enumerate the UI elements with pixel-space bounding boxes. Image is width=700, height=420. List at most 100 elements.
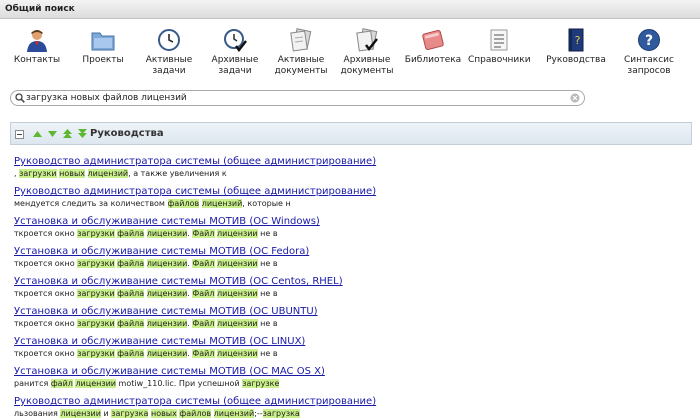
highlighted-term: файл [50,379,73,388]
toolbar-item-label: Архивные документы [340,55,394,76]
list-item: Установка и обслуживание системы МОТИВ (… [14,365,694,395]
clear-search-icon[interactable] [570,93,580,103]
result-title-link[interactable]: Установка и обслуживание системы МОТИВ (… [14,215,694,228]
list-item: Установка и обслуживание системы МОТИВ (… [14,335,694,365]
snippet-text: ткроется окно [14,349,78,358]
highlighted-term: Файл [192,349,215,358]
snippet-text: и [100,409,112,418]
result-title-link[interactable]: Установка и обслуживание системы МОТИВ (… [14,305,694,318]
toolbar-item-contacts[interactable]: Контакты [6,28,68,66]
snippet-text: motiw_110.lic. При успешной [116,379,243,388]
toolbar-item-active-tasks[interactable]: Активные задачи [138,28,200,77]
highlighted-term: лицензии [146,319,188,328]
result-title-link[interactable]: Установка и обслуживание системы МОТИВ (… [14,275,694,288]
search-icon[interactable] [15,93,25,103]
highlighted-term: загрузки [77,319,115,328]
toolbar-item-label: Синтаксис запросов [624,55,674,76]
highlighted-term: Файл [192,289,215,298]
toolbar-item-label: Активные документы [274,55,328,76]
toolbar-item-query-syntax[interactable]: ? Синтаксис запросов [618,28,680,77]
clock-icon [158,29,180,51]
result-snippet: мендуется следить за количеством файлов … [14,198,694,210]
list-item: Руководство администратора системы (обще… [14,395,694,420]
highlighted-term: Файл [192,229,215,238]
result-snippet: ранится файл лицензии motiw_110.lic. При… [14,378,694,390]
result-snippet: ткроется окно загрузки файла лицензии. Ф… [14,228,694,240]
toolbar-item-library[interactable]: Библиотека [402,28,464,66]
highlighted-term: файла [117,259,145,268]
section-header: Руководства [10,122,692,145]
manual-book-icon: ? [568,28,584,52]
list-icon [490,29,508,51]
snippet-text: ;-- [254,409,263,418]
highlighted-term: лицензий [213,409,255,418]
list-item: Установка и обслуживание системы МОТИВ (… [14,215,694,245]
result-title-link[interactable]: Установка и обслуживание системы МОТИВ (… [14,335,694,348]
search-input[interactable] [26,92,566,104]
list-item: Руководство администратора системы (обще… [14,155,694,185]
highlighted-term: загрузка [262,409,300,418]
toolbar-item-label: Архивные задачи [211,55,259,76]
highlighted-term: файлов [179,409,212,418]
toolbar-item-manuals[interactable]: ? Руководства [545,28,607,66]
move-top-icon[interactable] [61,128,74,140]
result-title-link[interactable]: Руководство администратора системы (обще… [14,395,694,408]
highlighted-term: файла [117,229,145,238]
toolbar-item-archive-tasks[interactable]: Архивные задачи [204,28,266,77]
highlighted-term: загрузка [111,409,149,418]
highlighted-term: новых [59,169,85,178]
folder-icon [91,32,115,51]
toolbar-item-archive-documents[interactable]: Архивные документы [336,28,398,77]
list-item: Руководство администратора системы (обще… [14,185,694,215]
highlighted-term: файла [117,289,145,298]
result-title-link[interactable]: Руководство администратора системы (обще… [14,155,694,168]
toolbar-item-projects[interactable]: Проекты [72,28,134,66]
person-icon [27,30,47,52]
list-item: Установка и обслуживание системы МОТИВ (… [14,275,694,305]
result-title-link[interactable]: Установка и обслуживание системы МОТИВ (… [14,365,694,378]
collapse-button[interactable] [15,130,24,139]
snippet-text: не в [257,349,278,358]
toolbar: Контакты Проекты Активные задачи Архивны… [0,28,700,84]
highlighted-term: загрузки [77,259,115,268]
result-snippet: ткроется окно загрузки файла лицензии. Ф… [14,288,694,300]
snippet-text: ранится [14,379,51,388]
books-icon [422,29,444,51]
highlighted-term: загрузке [242,379,280,388]
highlighted-term: лицензии [146,229,188,238]
highlighted-term: новых [150,409,177,418]
highlighted-term: лицензии [146,289,188,298]
snippet-text: не в [257,319,278,328]
move-down-icon[interactable] [46,128,59,140]
highlighted-term: лицензии [217,319,258,328]
highlighted-term: загрузки [77,229,115,238]
toolbar-item-label: Активные задачи [145,55,193,76]
highlighted-term: Файл [192,259,215,268]
move-up-icon[interactable] [31,128,44,140]
snippet-text: льзования [14,409,61,418]
snippet-text: ткроется окно [14,259,78,268]
result-title-link[interactable]: Руководство администратора системы (обще… [14,185,694,198]
highlighted-term: загрузки [19,169,57,178]
snippet-text: , а также увеличения к [128,169,227,178]
highlighted-term: лицензий [87,169,129,178]
result-title-link[interactable]: Установка и обслуживание системы МОТИВ (… [14,245,694,258]
highlighted-term: файла [117,319,145,328]
highlighted-term: файлов [167,199,200,208]
highlighted-term: загрузки [77,349,115,358]
result-snippet: ткроется окно загрузки файла лицензии. Ф… [14,318,694,330]
list-item: Установка и обслуживание системы МОТИВ (… [14,305,694,335]
toolbar-item-label: Руководства [546,55,606,65]
snippet-text: ткроется окно [14,229,78,238]
svg-text:?: ? [575,34,581,47]
move-bottom-icon[interactable] [76,128,89,140]
snippet-text: не в [257,229,278,238]
documents-icon [290,28,312,52]
highlighted-term: лицензии [217,349,258,358]
result-snippet: , загрузки новых лицензий, а также увели… [14,168,694,180]
toolbar-item-active-documents[interactable]: Активные документы [270,28,332,77]
clock-check-icon [224,29,247,52]
svg-text:?: ? [645,33,653,49]
toolbar-item-references[interactable]: Справочники [468,28,531,66]
toolbar-item-label: Контакты [13,55,61,65]
